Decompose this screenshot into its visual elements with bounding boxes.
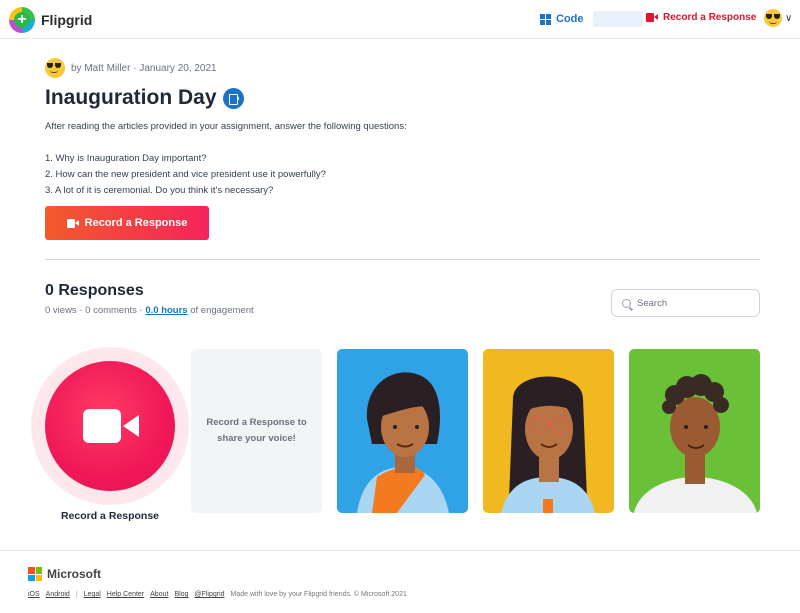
big-record-response-button[interactable] — [31, 347, 189, 505]
header-record-label: Record a Response — [663, 12, 757, 23]
topic-prompt: After reading the articles provided in y… — [45, 119, 645, 199]
topic-title-row: Inauguration Day — [45, 86, 244, 110]
footer-link-legal[interactable]: Legal — [84, 591, 101, 598]
app-name: Flipgrid — [41, 12, 93, 28]
author-avatar-sunglasses-emoji-icon — [45, 58, 65, 78]
girl-with-glasses-illustration — [483, 349, 614, 513]
qr-code-icon — [540, 13, 551, 25]
prompt-question: 2. How can the new president and vice pr… — [45, 169, 326, 180]
boy-with-curly-hair-illustration — [629, 349, 760, 513]
join-code-value — [592, 11, 643, 27]
footer-link-ios[interactable]: iOS — [28, 591, 40, 598]
flipgrid-logo-icon: + — [9, 7, 35, 33]
views-count: 0 views — [45, 305, 77, 316]
illustration-card — [629, 349, 760, 513]
footer-link-blog[interactable]: Blog — [174, 591, 188, 598]
header-record-response-button[interactable]: Record a Response — [646, 12, 756, 23]
search-icon — [622, 298, 631, 308]
immersive-reader-icon[interactable] — [222, 87, 244, 109]
join-code-button[interactable]: Code — [540, 11, 643, 27]
video-camera-icon — [646, 13, 658, 22]
microsoft-squares-icon — [28, 567, 42, 581]
video-camera-icon — [83, 409, 139, 443]
record-circle — [45, 361, 175, 491]
responses-count-heading: 0 Responses — [45, 282, 144, 299]
empty-response-placeholder: Record a Response to share your voice! — [191, 349, 322, 513]
footer-note: Made with love by your Flipgrid friends.… — [230, 591, 407, 598]
illustration-card — [337, 349, 468, 513]
section-divider — [45, 259, 760, 260]
flipgrid-logo[interactable]: + Flipgrid — [9, 7, 92, 33]
record-response-button[interactable]: Record a Response — [45, 206, 209, 240]
prompt-intro: After reading the articles provided in y… — [45, 121, 407, 132]
search-box[interactable] — [611, 289, 760, 317]
footer-link-about[interactable]: About — [150, 591, 168, 598]
microsoft-logo[interactable]: Microsoft — [28, 567, 101, 581]
footer-links: iOS Android | Legal Help Center About Bl… — [28, 591, 407, 598]
engagement-suffix: of engagement — [190, 305, 254, 316]
comments-count: 0 comments — [85, 305, 137, 316]
page-footer: Microsoft iOS Android | Legal Help Cente… — [0, 550, 800, 613]
prompt-question: 1. Why is Inauguration Day important? — [45, 153, 207, 164]
search-input[interactable] — [637, 297, 747, 309]
record-response-label: Record a Response — [84, 217, 188, 229]
footer-link-help-center[interactable]: Help Center — [107, 591, 144, 598]
chevron-down-icon: ∨ — [785, 12, 793, 24]
engagement-stats: 0 views · 0 comments · 0.0 hours of enga… — [45, 305, 254, 316]
top-navigation-bar: + Flipgrid Code Record a Response ∨ — [0, 0, 800, 39]
microsoft-brand-text: Microsoft — [47, 567, 101, 581]
video-camera-icon — [66, 218, 79, 228]
footer-separator: | — [75, 591, 78, 598]
illustration-card — [483, 349, 614, 513]
topic-author-line: by Matt Miller · January 20, 2021 — [45, 58, 217, 78]
prompt-question: 3. A lot of it is ceremonial. Do you thi… — [45, 185, 274, 196]
code-label: Code — [556, 13, 584, 25]
girl-with-bob-illustration — [337, 349, 468, 513]
user-menu[interactable]: ∨ — [764, 9, 792, 27]
page-title: Inauguration Day — [45, 86, 217, 109]
author-and-date: by Matt Miller · January 20, 2021 — [71, 62, 217, 74]
footer-link-android[interactable]: Android — [46, 591, 70, 598]
footer-link-flipgrid-twitter[interactable]: @Flipgrid — [194, 591, 224, 598]
big-record-response-label[interactable]: Record a Response — [40, 510, 180, 522]
user-avatar-sunglasses-emoji-icon — [764, 9, 782, 27]
engagement-hours-link[interactable]: 0.0 hours — [145, 305, 187, 316]
